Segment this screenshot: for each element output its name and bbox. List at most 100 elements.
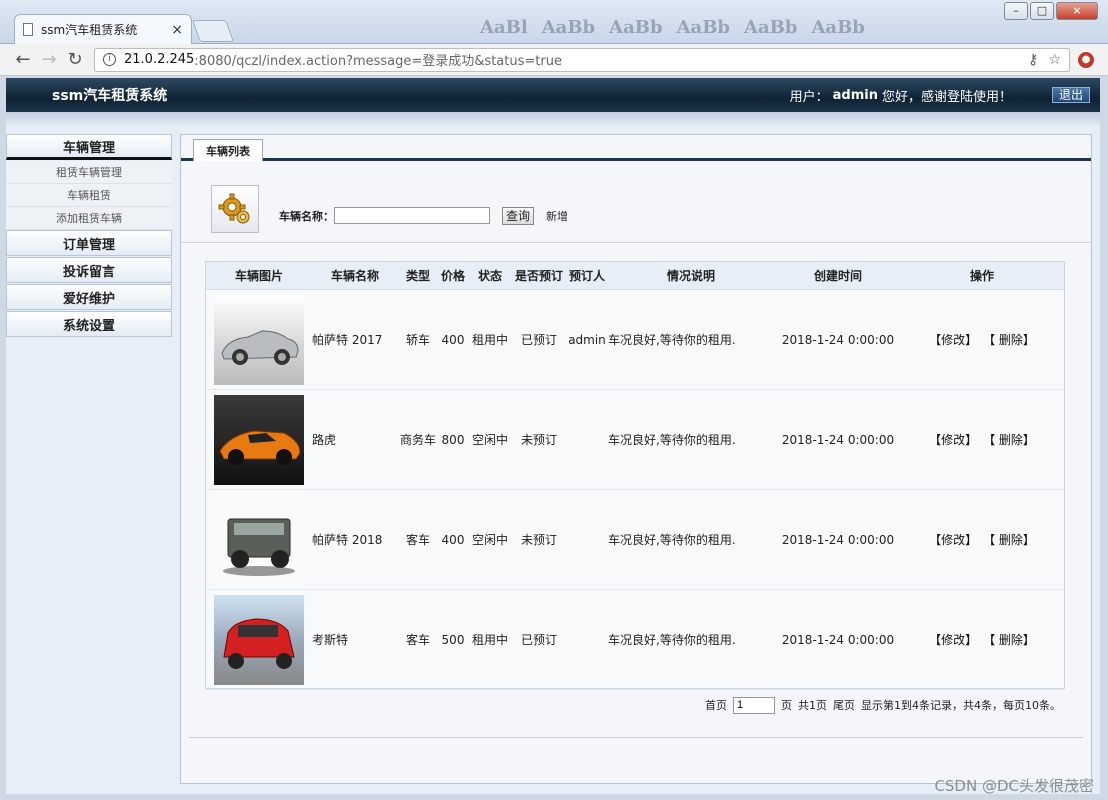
greeting-text: 您好，感谢登陆使用！ xyxy=(881,89,1012,105)
vehicle-price: 400 xyxy=(441,332,465,347)
add-link[interactable]: 新增 xyxy=(546,208,568,224)
table-row: 路虎 商务车 800 空闲中 未预订 车况良好,等待你的租用. 2018-1-2… xyxy=(206,390,1064,490)
delete-link[interactable]: 【 删除】 xyxy=(989,433,1035,447)
table-row: 帕萨特 2017 轿车 400 租用中 已预订 admin 车况良好,等待你的租… xyxy=(206,290,1064,390)
col-header-actions: 操作 xyxy=(969,269,994,283)
sidebar-group-order-management[interactable]: 订单管理 xyxy=(6,230,172,256)
vehicle-booked: 未预订 xyxy=(520,433,557,447)
sidebar-group-vehicle-management[interactable]: 车辆管理 xyxy=(6,134,172,160)
vehicle-price: 400 xyxy=(441,532,465,547)
vehicle-booked: 已预订 xyxy=(520,333,557,347)
vehicle-description: 车况良好,等待你的租用. xyxy=(608,533,736,547)
reload-icon[interactable]: ↻ xyxy=(62,49,88,70)
vehicle-status: 租用中 xyxy=(471,333,508,347)
tab-vehicle-list[interactable]: 车辆列表 xyxy=(193,139,263,161)
browser-tab[interactable]: ssm汽车租赁系统 × xyxy=(14,14,192,44)
car-image-gray-suv[interactable] xyxy=(214,494,304,585)
vehicle-type: 客车 xyxy=(405,633,430,647)
username: admin xyxy=(832,87,878,103)
edit-link[interactable]: 【修改】 xyxy=(929,433,977,447)
content-panel: 车辆列表 车辆名称： 查询 新增 车辆图片 车辆名称 类型 价格 状态 是否预订… xyxy=(180,134,1092,784)
sidebar: 车辆管理 租赁车辆管理 车辆租赁 添加租赁车辆 订单管理 投诉留言 爱好维护 系… xyxy=(6,134,172,338)
car-image-silver-convertible[interactable] xyxy=(214,294,304,385)
vehicle-description: 车况良好,等待你的租用. xyxy=(608,633,736,647)
page-number-input[interactable] xyxy=(733,696,775,714)
close-icon[interactable]: × xyxy=(171,22,183,38)
watermark: CSDN @DC头发很茂密 xyxy=(934,777,1094,795)
vehicle-created-time: 2018-1-24 0:00:00 xyxy=(781,632,895,647)
edit-link[interactable]: 【修改】 xyxy=(929,633,977,647)
url-path: :8080/qczl/index.action?message=登录成功&sta… xyxy=(194,54,562,69)
vehicle-name: 帕萨特 2018 xyxy=(312,533,383,547)
sidebar-group-hobby-maintenance[interactable]: 爱好维护 xyxy=(6,284,172,310)
delete-link[interactable]: 【 删除】 xyxy=(989,533,1035,547)
address-bar[interactable]: i 21.0.2.245 :8080/qczl/index.action?mes… xyxy=(94,47,1070,72)
first-page-link[interactable]: 首页 xyxy=(705,697,727,713)
vehicle-name-search-input[interactable] xyxy=(334,207,490,224)
vehicle-type: 客车 xyxy=(405,533,430,547)
vehicle-name: 考斯特 xyxy=(312,633,349,647)
window-close-button[interactable]: × xyxy=(1056,2,1098,20)
edit-link[interactable]: 【修改】 xyxy=(929,533,977,547)
vehicle-table: 车辆图片 车辆名称 类型 价格 状态 是否预订 预订人 情况说明 创建时间 操作… xyxy=(205,261,1065,690)
sidebar-item-add-rental-vehicle[interactable]: 添加租赁车辆 xyxy=(6,207,172,230)
background-ribbon-ghost: AaBl AaBb AaBb AaBb AaBb AaBb xyxy=(480,17,865,38)
col-header-created-time: 创建时间 xyxy=(813,269,862,283)
search-toolbar: 车辆名称： 查询 新增 xyxy=(181,175,1091,243)
pagination: 首页 页 共1页 尾页 显示第1到4条记录，共4条，每页10条。 xyxy=(181,695,1061,715)
url-host: 21.0.2.245 xyxy=(124,52,195,67)
vehicle-booker: admin xyxy=(568,332,606,347)
maximize-button[interactable]: □ xyxy=(1030,2,1054,20)
delete-link[interactable]: 【 删除】 xyxy=(989,333,1035,347)
col-header-price: 价格 xyxy=(440,269,465,283)
vehicle-status: 租用中 xyxy=(471,633,508,647)
last-page-link[interactable]: 尾页 xyxy=(833,697,855,713)
vehicle-status: 空闲中 xyxy=(471,533,508,547)
vehicle-created-time: 2018-1-24 0:00:00 xyxy=(781,532,895,547)
query-button[interactable]: 查询 xyxy=(502,206,535,225)
sidebar-group-complaints[interactable]: 投诉留言 xyxy=(6,257,172,283)
key-icon[interactable]: ⚷ xyxy=(1028,52,1038,68)
browser-titlebar: ssm汽车租赁系统 × AaBl AaBb AaBb AaBb AaBb AaBb – □… xyxy=(0,0,1108,44)
browser-navbar: ← → ↻ i 21.0.2.245 :8080/qczl/index.acti… xyxy=(0,44,1108,76)
col-header-booked: 是否预订 xyxy=(514,269,563,283)
vehicle-name: 帕萨特 2017 xyxy=(312,333,383,347)
minimize-button[interactable]: – xyxy=(1004,2,1028,20)
star-icon[interactable]: ☆ xyxy=(1048,52,1061,68)
col-header-description: 情况说明 xyxy=(666,269,715,283)
vehicle-booked: 未预订 xyxy=(520,533,557,547)
edit-link[interactable]: 【修改】 xyxy=(929,333,977,347)
delete-link[interactable]: 【 删除】 xyxy=(989,633,1035,647)
sidebar-item-vehicle-rental[interactable]: 车辆租赁 xyxy=(6,184,172,207)
vehicle-booked: 已预订 xyxy=(520,633,557,647)
new-tab-button[interactable] xyxy=(191,20,235,42)
vehicle-created-time: 2018-1-24 0:00:00 xyxy=(781,332,895,347)
record-summary: 显示第1到4条记录，共4条，每页10条。 xyxy=(861,699,1061,712)
header-strip xyxy=(6,112,1100,126)
car-image-red-hatchback[interactable] xyxy=(214,594,304,685)
content-tabbar: 车辆列表 xyxy=(181,135,1091,161)
sidebar-group-system-settings[interactable]: 系统设置 xyxy=(6,311,172,337)
forward-arrow-icon[interactable]: → xyxy=(36,49,62,70)
sidebar-item-rental-vehicle-management[interactable]: 租赁车辆管理 xyxy=(6,161,172,184)
vehicle-description: 车况良好,等待你的租用. xyxy=(608,333,736,347)
sidebar-submenu: 租赁车辆管理 车辆租赁 添加租赁车辆 xyxy=(6,161,172,230)
vehicle-status: 空闲中 xyxy=(471,433,508,447)
window-controls: – □ × xyxy=(1004,2,1098,20)
back-arrow-icon[interactable]: ← xyxy=(10,49,36,70)
extension-icon[interactable]: ● xyxy=(1078,51,1094,68)
app-body: 车辆管理 租赁车辆管理 车辆租赁 添加租赁车辆 订单管理 投诉留言 爱好维护 系… xyxy=(6,126,1100,794)
table-row: 考斯特 客车 500 租用中 已预订 车况良好,等待你的租用. 2018-1-2… xyxy=(206,590,1064,690)
app-header: ssm汽车租赁系统 用户： admin 您好，感谢登陆使用！ 退出 xyxy=(6,78,1100,112)
col-header-image: 车辆图片 xyxy=(234,269,283,283)
table-header: 车辆图片 车辆名称 类型 价格 状态 是否预订 预订人 情况说明 创建时间 操作 xyxy=(206,262,1064,290)
total-pages: 共1页 xyxy=(798,699,827,712)
gear-icon xyxy=(211,184,259,233)
col-header-booker: 预订人 xyxy=(568,269,605,283)
user-prefix: 用户： xyxy=(789,89,829,105)
search-label: 车辆名称： xyxy=(279,209,334,223)
divider xyxy=(189,737,1083,738)
logout-button[interactable]: 退出 xyxy=(1052,87,1090,103)
info-icon[interactable]: i xyxy=(103,53,116,66)
car-image-orange-sportscar[interactable] xyxy=(214,394,304,485)
